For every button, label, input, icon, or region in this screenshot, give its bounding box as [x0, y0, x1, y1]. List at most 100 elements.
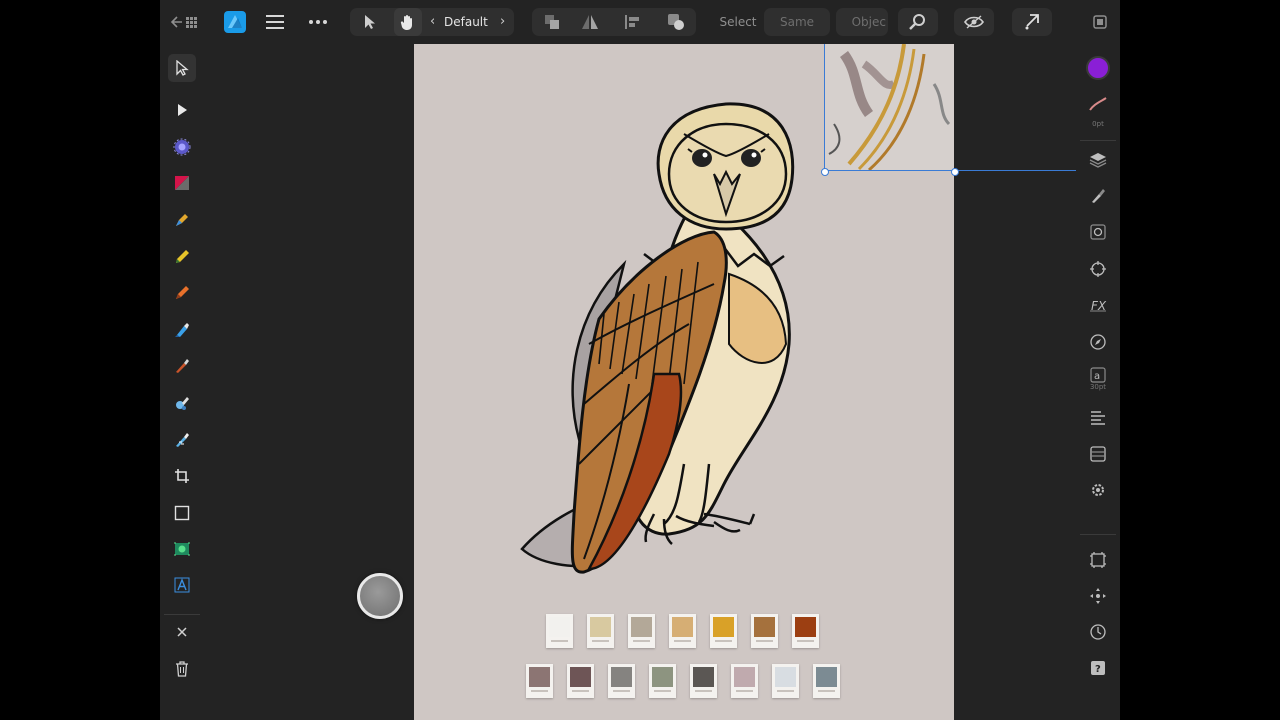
color-swatch[interactable] [608, 664, 635, 698]
rectangle-tool[interactable] [168, 499, 196, 527]
settings-button[interactable] [1084, 476, 1112, 504]
fx-button[interactable]: FX [1084, 291, 1112, 319]
select-object-button[interactable]: Objec [836, 8, 888, 36]
canvas-workspace[interactable] [204, 44, 1089, 720]
select-same-button[interactable]: Same [764, 8, 830, 36]
color-swatch[interactable] [567, 664, 594, 698]
color-swatch[interactable] [690, 664, 717, 698]
color-swatch[interactable] [710, 614, 737, 648]
export-button[interactable] [1088, 8, 1112, 36]
delete-button[interactable] [168, 655, 196, 683]
studio-divider-2 [1080, 534, 1116, 535]
help-panel-button[interactable]: ? [1084, 654, 1112, 682]
arrange-icon [545, 15, 559, 29]
boolean-button[interactable] [662, 8, 690, 36]
vector-brush-icon [176, 286, 189, 299]
erase-tool[interactable] [168, 389, 196, 417]
pen-tool[interactable] [168, 206, 196, 234]
color-swatch[interactable] [546, 614, 573, 648]
color-swatch[interactable] [751, 614, 778, 648]
pixel-brush-tool[interactable] [168, 316, 196, 344]
persona-prev-icon[interactable]: ‹ [430, 14, 435, 29]
hand-tool-button[interactable] [394, 8, 422, 36]
artistic-text-tool[interactable] [168, 571, 196, 599]
command-controller-button[interactable] [357, 573, 403, 619]
assets-button[interactable] [1084, 440, 1112, 468]
swatch-label-mark [674, 640, 691, 642]
selection-handle-bl[interactable] [821, 168, 829, 176]
swatch-chip [672, 617, 693, 637]
selection-box[interactable] [824, 44, 1084, 171]
place-image-tool[interactable] [168, 535, 196, 563]
pencil-icon [176, 250, 189, 263]
appearance-icon [1090, 224, 1106, 240]
move-tool[interactable] [168, 54, 196, 82]
back-grid-icon [170, 16, 197, 28]
color-swatch[interactable] [526, 664, 553, 698]
select-object-label: Objec [851, 15, 886, 29]
select-label: Select [719, 15, 757, 29]
node-tool[interactable] [168, 96, 196, 124]
swatch-chip [754, 617, 775, 637]
snapping-button[interactable] [1084, 546, 1112, 574]
layers-button[interactable] [1084, 146, 1112, 174]
help-button[interactable] [1012, 8, 1052, 36]
studio-divider [1080, 140, 1116, 141]
brushes-button[interactable] [1084, 182, 1112, 210]
pen-icon [176, 214, 188, 226]
tool-pill: ‹ Default › [350, 8, 514, 36]
swatch-label-mark [592, 640, 609, 642]
gallery-button[interactable] [166, 8, 206, 36]
paint-brush-icon [175, 323, 189, 337]
color-swatch[interactable] [772, 664, 799, 698]
top-toolbar: ‹ Default › Select Same Objec [160, 0, 1120, 44]
paragraph-button[interactable] [1084, 404, 1112, 432]
layers-icon [1089, 153, 1107, 168]
persona-next-icon[interactable]: › [500, 14, 505, 29]
color-well-button[interactable] [1084, 54, 1112, 82]
swatch-label-mark [736, 690, 753, 692]
flip-button[interactable] [576, 8, 604, 36]
designer-app-icon[interactable] [222, 8, 248, 36]
swatch-label-mark [818, 690, 835, 692]
corner-icon [173, 138, 191, 156]
color-swatch[interactable] [628, 614, 655, 648]
move-snap-button[interactable] [1084, 582, 1112, 610]
view-button[interactable] [954, 8, 994, 36]
find-button[interactable] [898, 8, 938, 36]
move-tool-button[interactable] [356, 8, 384, 36]
transform-button[interactable] [1084, 255, 1112, 283]
selection-handle-bm[interactable] [951, 168, 959, 176]
color-swatch[interactable] [813, 664, 840, 698]
corner-tool[interactable] [168, 133, 196, 161]
menu-button[interactable] [262, 8, 288, 36]
fill-tool[interactable] [168, 169, 196, 197]
close-tools-button[interactable] [168, 618, 196, 646]
color-swatch[interactable] [649, 664, 676, 698]
stroke-button[interactable] [1084, 90, 1112, 118]
color-swatch[interactable] [669, 614, 696, 648]
swatch-chip [693, 667, 714, 687]
appearance-button[interactable] [1084, 218, 1112, 246]
move-arrows-icon [1090, 588, 1106, 604]
pencil-tool[interactable] [168, 243, 196, 271]
color-swatch[interactable] [792, 614, 819, 648]
persona-label[interactable]: Default [444, 15, 488, 29]
gear-icon [1092, 484, 1104, 496]
more-button[interactable] [304, 8, 332, 36]
vector-brush-tool[interactable] [168, 279, 196, 307]
arrange-button[interactable] [538, 8, 566, 36]
color-swatch[interactable] [587, 614, 614, 648]
navigator-button[interactable] [1084, 328, 1112, 356]
assets-icon [1090, 446, 1106, 462]
color-swatch[interactable] [731, 664, 758, 698]
swatch-chip [652, 667, 673, 687]
swatch-label-mark [613, 690, 630, 692]
swatch-chip [795, 617, 816, 637]
tools-panel [160, 44, 204, 720]
paint-mixer-tool[interactable] [168, 352, 196, 380]
align-button[interactable] [618, 8, 646, 36]
history-button[interactable] [1084, 618, 1112, 646]
crop-tool[interactable] [168, 462, 196, 490]
knife-tool[interactable] [168, 426, 196, 454]
